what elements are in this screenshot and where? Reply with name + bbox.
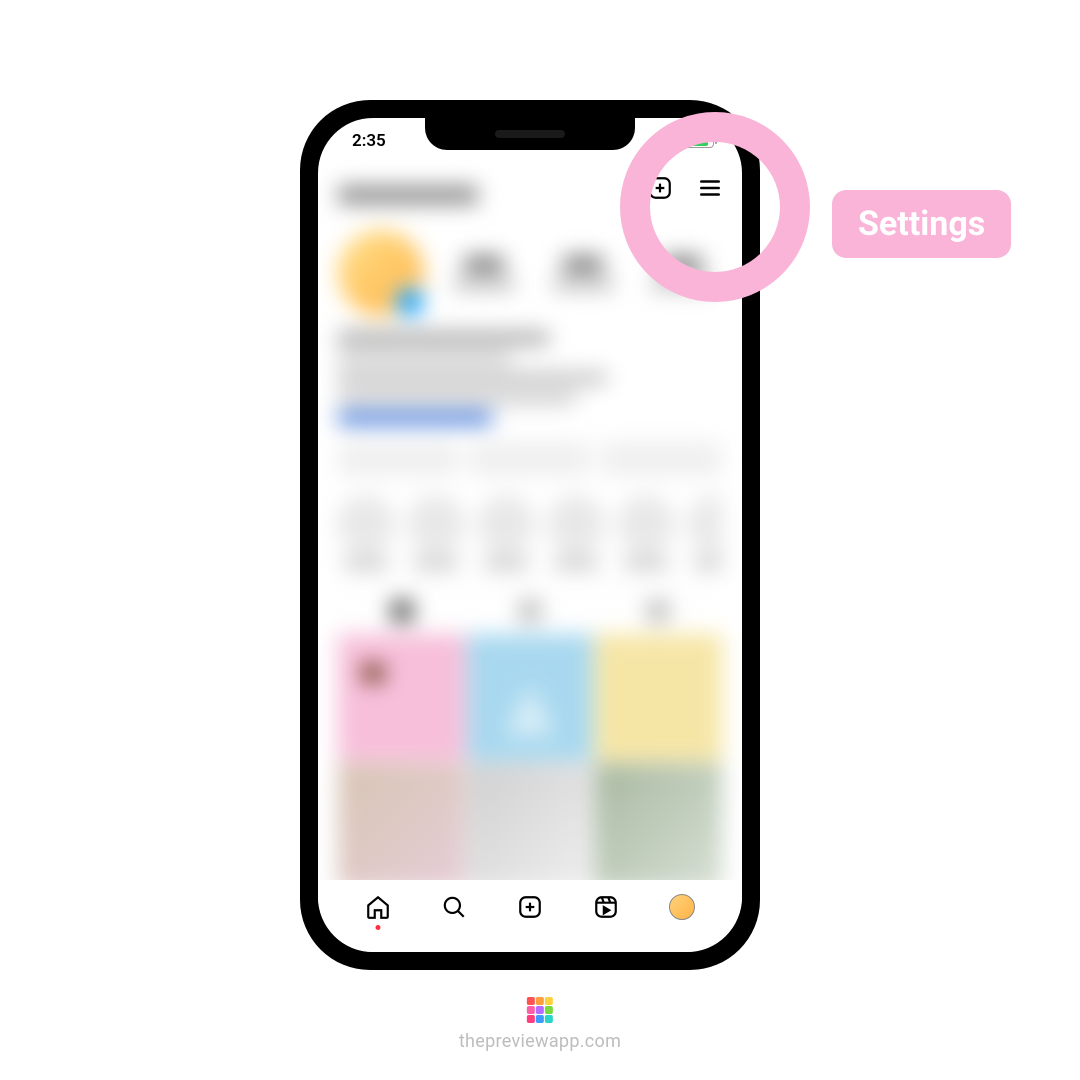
battery-icon: ⚡ bbox=[684, 134, 714, 148]
phone-notch bbox=[425, 118, 635, 150]
home-icon[interactable] bbox=[363, 892, 393, 922]
phone-screen: 2:35 ⚡ bbox=[318, 118, 742, 952]
create-post-icon[interactable] bbox=[646, 174, 674, 202]
profile-content-blurred bbox=[318, 168, 742, 882]
bottom-nav bbox=[318, 880, 742, 952]
profile-avatar[interactable] bbox=[667, 892, 697, 922]
hamburger-menu-icon[interactable] bbox=[696, 174, 724, 202]
profile-header-actions bbox=[646, 174, 724, 202]
watermark-text: thepreviewapp.com bbox=[459, 1031, 621, 1052]
annotation-settings-label: Settings bbox=[832, 190, 1011, 258]
phone-frame: 2:35 ⚡ bbox=[300, 100, 760, 970]
watermark: thepreviewapp.com bbox=[459, 997, 621, 1052]
watermark-logo-icon bbox=[527, 997, 553, 1023]
add-icon[interactable] bbox=[515, 892, 545, 922]
status-time: 2:35 bbox=[352, 131, 386, 151]
search-icon[interactable] bbox=[439, 892, 469, 922]
reels-icon[interactable] bbox=[591, 892, 621, 922]
